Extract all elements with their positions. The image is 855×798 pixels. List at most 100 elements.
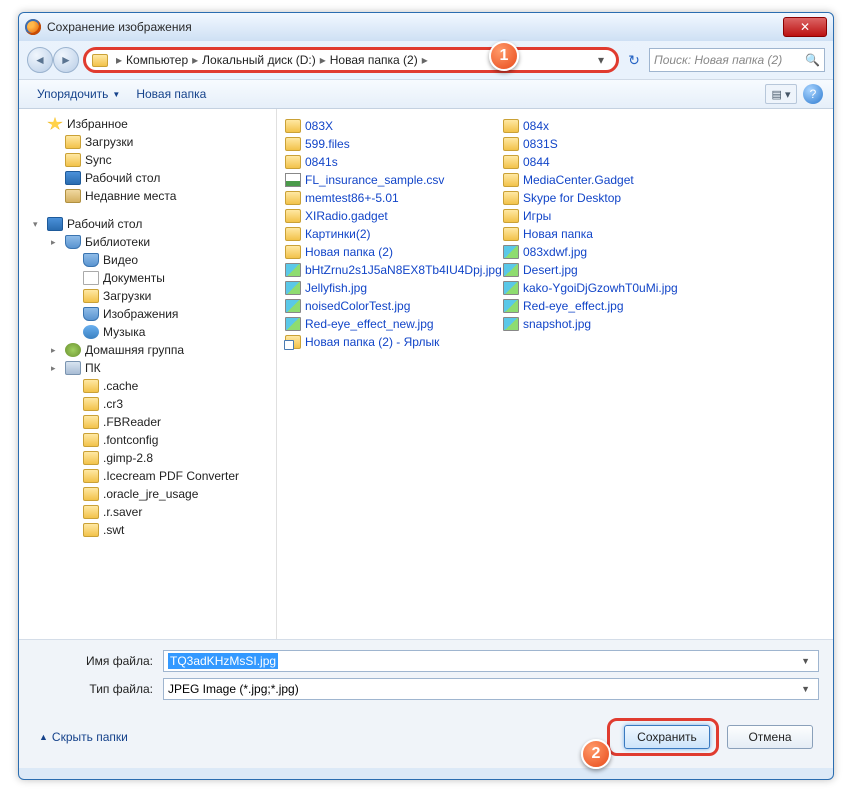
filetype-combo[interactable]: JPEG Image (*.jpg;*.jpg) ▼ (163, 678, 819, 700)
tree-item[interactable]: ▸ПК (21, 359, 274, 377)
crumb-folder[interactable]: Новая папка (2) (330, 53, 418, 67)
refresh-button[interactable]: ↻ (623, 49, 645, 71)
fold-icon (503, 119, 519, 133)
file-name: Jellyfish.jpg (305, 281, 367, 295)
img-icon (503, 317, 519, 331)
fold-icon (65, 135, 81, 149)
tree-item[interactable]: .FBReader (21, 413, 274, 431)
forward-button[interactable]: ► (53, 47, 79, 73)
tree-item[interactable]: .r.saver (21, 503, 274, 521)
fold-icon (83, 379, 99, 393)
fold-icon (83, 505, 99, 519)
file-item[interactable]: Desert.jpg (501, 261, 719, 279)
new-folder-button[interactable]: Новая папка (128, 83, 214, 105)
search-input[interactable]: Поиск: Новая папка (2) 🔍 (649, 48, 825, 72)
tree-item[interactable]: Недавние места (21, 187, 274, 205)
breadcrumb[interactable]: ▸ Компьютер ▸ Локальный диск (D:) ▸ Нова… (83, 47, 619, 73)
fold-icon (83, 469, 99, 483)
tree-item[interactable]: Музыка (21, 323, 274, 341)
file-item[interactable]: memtest86+-5.01 (283, 189, 501, 207)
file-item[interactable]: 084x (501, 117, 719, 135)
tree-item[interactable]: ▾Рабочий стол (21, 215, 274, 233)
mus-icon (83, 325, 99, 339)
tree-item[interactable]: .Icecream PDF Converter (21, 467, 274, 485)
sidebar[interactable]: ИзбранноеЗагрузкиSyncРабочий столНедавни… (19, 109, 277, 639)
file-item[interactable]: Игры (501, 207, 719, 225)
tree-item[interactable]: Sync (21, 151, 274, 169)
file-item[interactable]: bHtZrnu2s1J5aN8EX8Tb4IU4Dpj.jpg (283, 261, 501, 279)
file-name: 084x (523, 119, 549, 133)
file-item[interactable]: 0841s (283, 153, 501, 171)
file-item[interactable]: XIRadio.gadget (283, 207, 501, 225)
fold-icon (285, 227, 301, 241)
close-button[interactable]: ✕ (783, 17, 827, 37)
img-icon (503, 281, 519, 295)
file-item[interactable]: Red-eye_effect.jpg (501, 297, 719, 315)
tree-item[interactable]: .cache (21, 377, 274, 395)
search-placeholder: Поиск: Новая папка (2) (654, 53, 782, 67)
tree-label: Рабочий стол (85, 171, 160, 185)
tree-label: .fontconfig (103, 433, 158, 447)
hide-folders-link[interactable]: ▲Скрыть папки (39, 730, 128, 744)
tree-item[interactable]: Видео (21, 251, 274, 269)
file-item[interactable]: kako-YgoiDjGzowhT0uMi.jpg (501, 279, 719, 297)
cancel-button[interactable]: Отмена (727, 725, 813, 749)
tree-item[interactable]: .fontconfig (21, 431, 274, 449)
file-item[interactable]: Новая папка (501, 225, 719, 243)
file-item[interactable]: FL_insurance_sample.csv (283, 171, 501, 189)
tree-item[interactable]: .oracle_jre_usage (21, 485, 274, 503)
file-item[interactable]: Новая папка (2) - Ярлык (283, 333, 501, 351)
file-item[interactable]: Skype for Desktop (501, 189, 719, 207)
tree-item[interactable]: Документы (21, 269, 274, 287)
help-button[interactable]: ? (803, 84, 823, 104)
file-item[interactable]: 599.files (283, 135, 501, 153)
crumb-computer[interactable]: Компьютер (126, 53, 188, 67)
tree-item[interactable]: ▸Домашняя группа (21, 341, 274, 359)
fold-icon (503, 173, 519, 187)
tree-item[interactable]: Изображения (21, 305, 274, 323)
fold-icon (285, 137, 301, 151)
tree-item[interactable]: .swt (21, 521, 274, 539)
file-item[interactable]: Картинки(2) (283, 225, 501, 243)
file-item[interactable]: Jellyfish.jpg (283, 279, 501, 297)
view-button[interactable]: ▤ ▾ (765, 84, 797, 104)
file-name: 083X (305, 119, 333, 133)
tree-item[interactable]: ▸Библиотеки (21, 233, 274, 251)
tree-item[interactable]: .gimp-2.8 (21, 449, 274, 467)
breadcrumb-dropdown[interactable]: ▾ (592, 53, 610, 67)
img-icon (285, 263, 301, 277)
tree-item[interactable]: Рабочий стол (21, 169, 274, 187)
file-name: bHtZrnu2s1J5aN8EX8Tb4IU4Dpj.jpg (305, 263, 502, 277)
file-item[interactable]: Новая папка (2) (283, 243, 501, 261)
file-pane[interactable]: 083X 599.files0841sFL_insurance_sample.cs… (277, 109, 833, 639)
rec-icon (65, 189, 81, 203)
crumb-disk[interactable]: Локальный диск (D:) (202, 53, 316, 67)
back-button[interactable]: ◄ (27, 47, 53, 73)
file-item[interactable]: snapshot.jpg (501, 315, 719, 333)
file-item[interactable]: 0831S (501, 135, 719, 153)
file-item[interactable]: 083X (283, 117, 501, 135)
file-item[interactable]: noisedColorTest.jpg (283, 297, 501, 315)
desk-icon (65, 171, 81, 185)
save-button[interactable]: Сохранить (624, 725, 710, 749)
file-item[interactable]: MediaCenter.Gadget (501, 171, 719, 189)
tree-item[interactable]: Избранное (21, 115, 274, 133)
tree-item[interactable]: Загрузки (21, 133, 274, 151)
tree-item[interactable]: Загрузки (21, 287, 274, 305)
fav-icon (47, 117, 63, 131)
filename-input[interactable]: TQ3adKHzMsSI.jpg ▼ (163, 650, 819, 672)
link-icon (285, 335, 301, 349)
search-icon: 🔍 (805, 53, 820, 67)
file-item[interactable]: Red-eye_effect_new.jpg (283, 315, 501, 333)
chevron-down-icon[interactable]: ▼ (797, 656, 814, 666)
chevron-down-icon[interactable]: ▼ (797, 684, 814, 694)
organize-menu[interactable]: Упорядочить▼ (29, 83, 128, 105)
file-item[interactable]: 0844 (501, 153, 719, 171)
bottom-pane: Имя файла: TQ3adKHzMsSI.jpg ▼ Тип файла:… (19, 639, 833, 768)
file-item[interactable]: 083xdwf.jpg (501, 243, 719, 261)
tree-label: .FBReader (103, 415, 161, 429)
tree-item[interactable]: .cr3 (21, 395, 274, 413)
img-icon (285, 317, 301, 331)
firefox-icon (25, 19, 41, 35)
tree-label: Документы (103, 271, 165, 285)
